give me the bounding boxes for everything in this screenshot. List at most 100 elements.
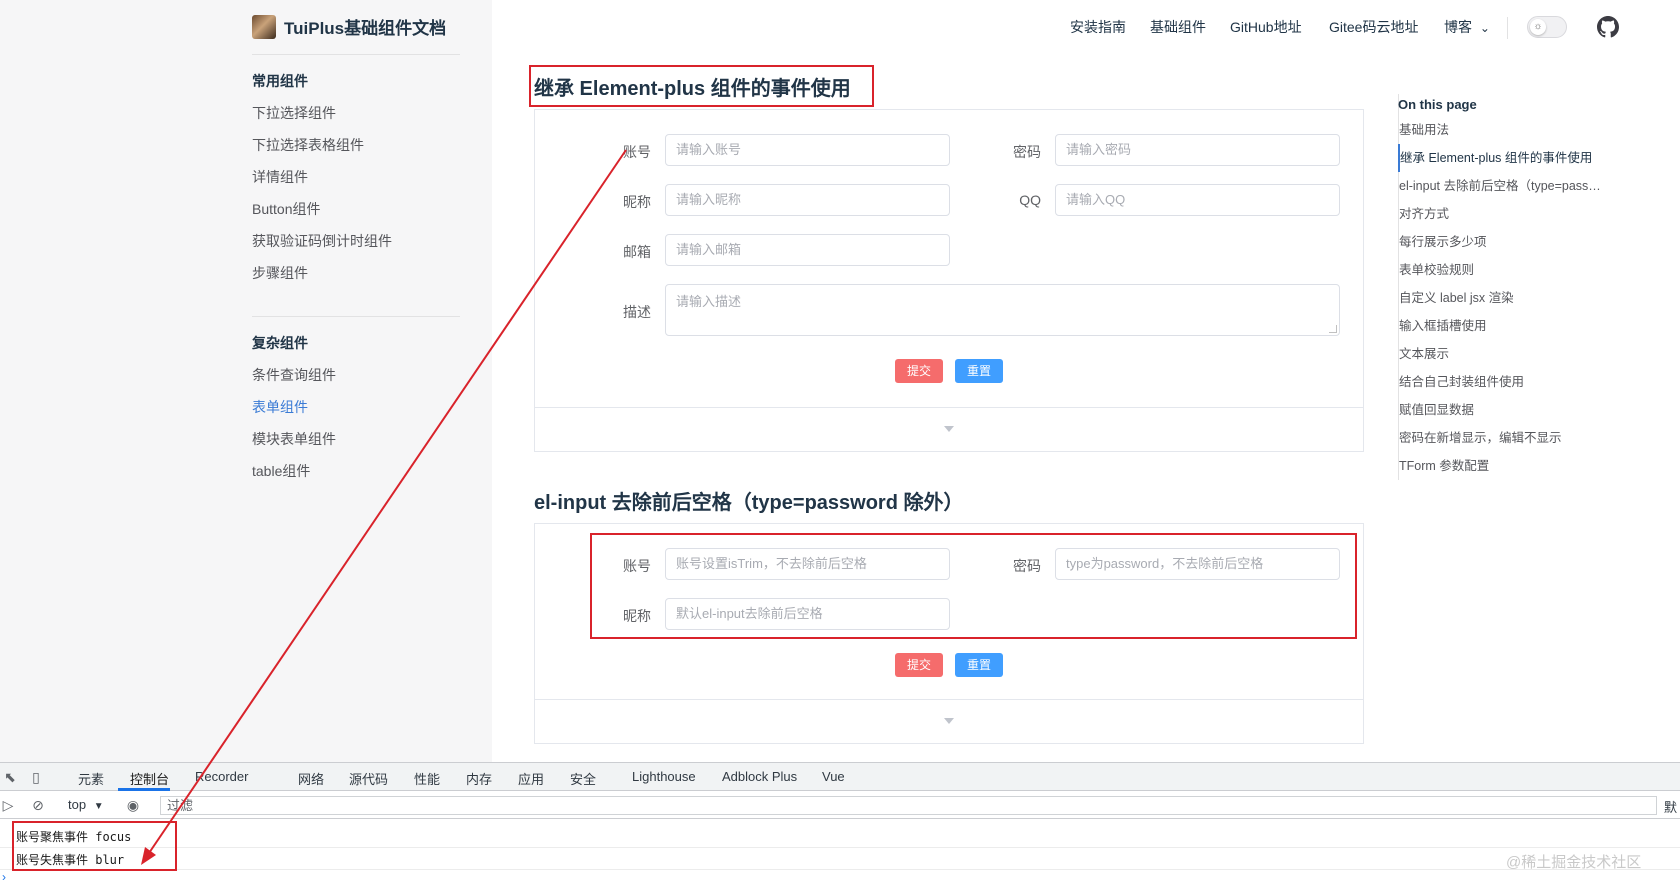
context-selector-label: top xyxy=(68,797,87,812)
form-label-email: 邮箱 xyxy=(623,244,651,260)
toc-item-basic[interactable]: 基础用法 xyxy=(1399,116,1628,144)
sidebar-item-query[interactable]: 条件查询组件 xyxy=(252,359,472,391)
nav-link-gitee[interactable]: Gitee码云地址 xyxy=(1329,17,1418,37)
devtools-tabbar: ⬉ ▯ 元素 控制台 Recorder 网络 源代码 性能 内存 应用 安全 L… xyxy=(0,763,1680,791)
nav-link-basic[interactable]: 基础组件 xyxy=(1150,17,1206,37)
qq-input[interactable]: 请输入QQ xyxy=(1055,184,1340,216)
annotation-box-heading xyxy=(529,65,874,107)
console-toolbar: ▷ ⊘ top ▼ ◉ 过滤 默 xyxy=(0,791,1680,819)
toc-item-label-jsx[interactable]: 自定义 label jsx 渲染 xyxy=(1399,284,1628,312)
devtools-tab-recorder[interactable]: Recorder xyxy=(195,769,248,784)
form-label-qq: QQ xyxy=(1019,192,1041,208)
toc-item-slots[interactable]: 输入框插槽使用 xyxy=(1399,312,1628,340)
devtools-tab-elements[interactable]: 元素 xyxy=(78,769,104,788)
annotation-box-console xyxy=(12,821,177,871)
sidebar-toggle-icon[interactable]: ▷ xyxy=(0,797,16,813)
toc-item-tform-config[interactable]: TForm 参数配置 xyxy=(1399,452,1628,480)
inspect-element-icon[interactable]: ⬉ xyxy=(2,769,18,785)
sidebar-divider xyxy=(252,316,460,317)
toc-item-custom-components[interactable]: 结合自己封装组件使用 xyxy=(1399,368,1628,396)
sidebar-item-button[interactable]: Button组件 xyxy=(252,193,472,225)
context-selector[interactable]: top ▼ xyxy=(68,797,104,812)
password-input[interactable]: 请输入密码 xyxy=(1055,134,1340,166)
console-prompt-icon[interactable]: › xyxy=(2,870,6,883)
sidebar-group-complex: 复杂组件 条件查询组件 表单组件 模块表单组件 table组件 xyxy=(252,327,472,487)
caret-down-icon xyxy=(944,426,954,432)
submit-button[interactable]: 提交 xyxy=(895,359,943,383)
sidebar-divider xyxy=(252,54,460,55)
toc-item-text[interactable]: 文本展示 xyxy=(1399,340,1628,368)
form-label-description: 描述 xyxy=(623,304,651,320)
devtools-tab-network[interactable]: 网络 xyxy=(298,769,324,788)
toc-item-rules[interactable]: 表单校验规则 xyxy=(1399,256,1628,284)
sidebar-item-steps[interactable]: 步骤组件 xyxy=(252,257,472,289)
devtools-tab-console[interactable]: 控制台 xyxy=(130,769,169,788)
demo-box-events: 账号 请输入账号 密码 请输入密码 昵称 请输入昵称 QQ 请输入QQ 邮箱 请… xyxy=(534,109,1364,452)
description-placeholder: 请输入描述 xyxy=(676,294,742,309)
demo-box-expand-bar[interactable] xyxy=(535,407,1363,451)
sidebar-item-detail[interactable]: 详情组件 xyxy=(252,161,472,193)
sidebar-item-captcha[interactable]: 获取验证码倒计时组件 xyxy=(252,225,472,257)
toc-item-events[interactable]: 继承 Element-plus 组件的事件使用 xyxy=(1398,144,1628,172)
form-label-account: 账号 xyxy=(623,144,651,160)
theme-toggle[interactable]: ☼ xyxy=(1527,16,1567,38)
nav-link-blog-label: 博客 xyxy=(1444,19,1472,35)
console-separator xyxy=(0,847,1680,848)
sidebar-item-select-table[interactable]: 下拉选择表格组件 xyxy=(252,129,472,161)
chevron-down-icon: ⌄ xyxy=(1479,21,1490,35)
toc-item-trim[interactable]: el-input 去除前后空格（type=pass… xyxy=(1399,172,1628,200)
default-levels-label[interactable]: 默 xyxy=(1664,797,1677,816)
form-label-password: 密码 xyxy=(1013,144,1041,160)
toc: On this page 基础用法 继承 Element-plus 组件的事件使… xyxy=(1398,94,1628,480)
github-icon[interactable] xyxy=(1597,16,1619,38)
clear-console-icon[interactable]: ⊘ xyxy=(30,797,46,813)
nav-link-github[interactable]: GitHub地址 xyxy=(1230,17,1302,37)
device-toolbar-icon[interactable]: ▯ xyxy=(28,769,44,785)
account-input[interactable]: 请输入账号 xyxy=(665,134,950,166)
nav-link-install[interactable]: 安装指南 xyxy=(1070,17,1126,37)
sidebar-group-common: 常用组件 下拉选择组件 下拉选择表格组件 详情组件 Button组件 获取验证码… xyxy=(252,65,472,289)
devtools-tab-application[interactable]: 应用 xyxy=(518,769,544,788)
devtools-tab-lighthouse[interactable]: Lighthouse xyxy=(632,769,696,784)
sidebar-group-title: 常用组件 xyxy=(252,73,308,89)
nav-link-blog[interactable]: 博客 ⌄ xyxy=(1444,17,1490,37)
submit-button[interactable]: 提交 xyxy=(895,653,943,677)
annotation-box-trim-fields xyxy=(590,533,1357,639)
sidebar-group-title: 复杂组件 xyxy=(252,335,308,351)
resize-grip-icon[interactable] xyxy=(1329,325,1337,333)
console-filter-input[interactable]: 过滤 xyxy=(160,796,1657,815)
watermark: @稀土掘金技术社区 xyxy=(1506,854,1642,871)
sidebar-item-module-form[interactable]: 模块表单组件 xyxy=(252,423,472,455)
toc-item-align[interactable]: 对齐方式 xyxy=(1399,200,1628,228)
description-textarea[interactable]: 请输入描述 xyxy=(665,284,1340,336)
demo-box-expand-bar[interactable] xyxy=(535,699,1363,743)
reset-button[interactable]: 重置 xyxy=(955,359,1003,383)
toc-title: On this page xyxy=(1398,97,1477,112)
email-input[interactable]: 请输入邮箱 xyxy=(665,234,950,266)
sidebar-item-table[interactable]: table组件 xyxy=(252,455,472,487)
devtools-panel: ⬉ ▯ 元素 控制台 Recorder 网络 源代码 性能 内存 应用 安全 L… xyxy=(0,762,1680,883)
triangle-down-icon: ▼ xyxy=(93,801,104,812)
devtools-tab-adblock[interactable]: Adblock Plus xyxy=(722,769,797,784)
devtools-tab-vue[interactable]: Vue xyxy=(822,769,845,784)
eye-icon[interactable]: ◉ xyxy=(125,797,141,813)
devtools-tab-security[interactable]: 安全 xyxy=(570,769,596,788)
sun-icon: ☼ xyxy=(1530,19,1546,35)
devtools-tab-memory[interactable]: 内存 xyxy=(466,769,492,788)
devtools-tab-sources[interactable]: 源代码 xyxy=(349,769,388,788)
console-separator xyxy=(0,869,1680,870)
form-label-nickname: 昵称 xyxy=(623,194,651,210)
section-heading-trim: el-input 去除前后空格（type=password 除外） xyxy=(534,492,964,514)
nickname-input[interactable]: 请输入昵称 xyxy=(665,184,950,216)
sidebar-item-form[interactable]: 表单组件 xyxy=(252,391,472,423)
sidebar-item-select[interactable]: 下拉选择组件 xyxy=(252,97,472,129)
toc-item-echo-data[interactable]: 赋值回显数据 xyxy=(1399,396,1628,424)
toc-item-password-display[interactable]: 密码在新增显示，编辑不显示 xyxy=(1399,424,1628,452)
devtools-tab-performance[interactable]: 性能 xyxy=(414,769,440,788)
toc-item-columns[interactable]: 每行展示多少项 xyxy=(1399,228,1628,256)
caret-down-icon xyxy=(944,718,954,724)
sidebar: TuiPlus基础组件文档 常用组件 下拉选择组件 下拉选择表格组件 详情组件 … xyxy=(0,0,492,762)
nav-separator xyxy=(1507,17,1508,39)
top-nav: 安装指南 基础组件 GitHub地址 Gitee码云地址 博客 ⌄ ☼ xyxy=(0,14,1680,40)
reset-button[interactable]: 重置 xyxy=(955,653,1003,677)
